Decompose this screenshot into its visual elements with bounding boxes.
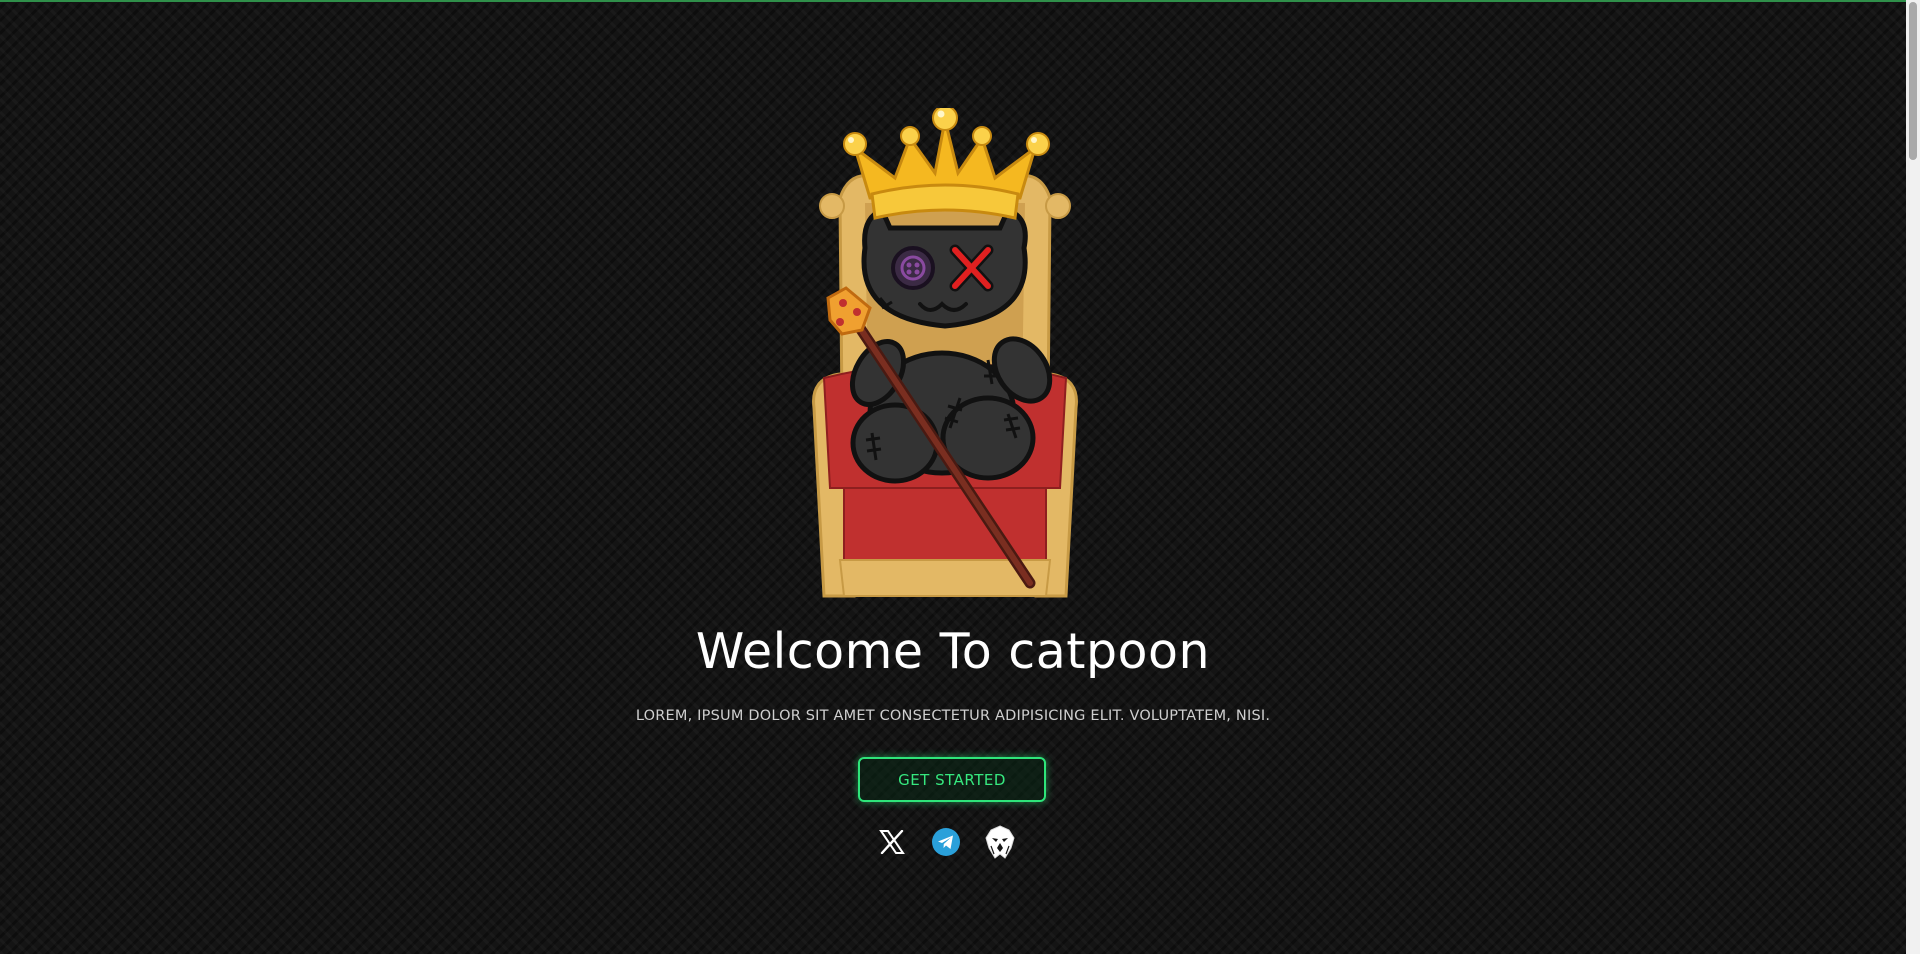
get-started-button[interactable]: GET STARTED (858, 757, 1046, 802)
page-title: Welcome To catpoon (695, 623, 1211, 680)
scrollbar[interactable] (1906, 0, 1920, 954)
get-started-label: GET STARTED (898, 770, 1006, 789)
eagle-icon (985, 825, 1015, 859)
mascot-illustration (812, 108, 1078, 598)
eagle-link[interactable] (984, 824, 1016, 860)
social-links (876, 824, 1016, 860)
hero-subtitle: LOREM, IPSUM DOLOR SIT AMET CONSECTETUR … (635, 708, 1271, 724)
telegram-link[interactable] (930, 824, 962, 860)
telegram-icon (932, 828, 960, 856)
hero-section: Welcome To catpoon LOREM, IPSUM DOLOR SI… (0, 0, 1906, 954)
x-twitter-icon (879, 830, 905, 854)
scrollbar-thumb[interactable] (1909, 2, 1917, 160)
x-twitter-link[interactable] (876, 824, 908, 860)
